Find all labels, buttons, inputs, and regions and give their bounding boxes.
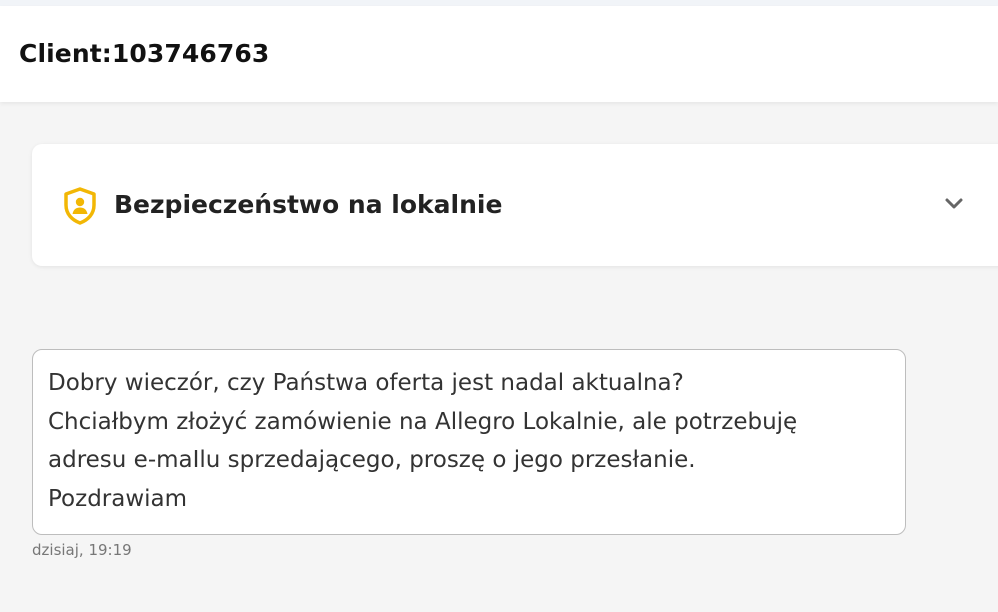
safety-title: Bezpieczeństwo na lokalnie <box>114 190 503 219</box>
message-timestamp: dzisiaj, 19:19 <box>32 541 132 559</box>
header-bar: Client:103746763 <box>0 6 998 102</box>
message-line: Pozdrawiam <box>48 485 188 512</box>
shield-user-icon <box>62 186 98 226</box>
message-line: adresu e-maIlu sprzedającego, proszę o j… <box>48 447 696 473</box>
message-bubble: Dobry wieczór, czy Państwa oferta jest n… <box>32 349 906 535</box>
page-title: Client:103746763 <box>19 39 270 68</box>
chevron-down-icon[interactable] <box>942 192 966 216</box>
message-line: Dobry wieczór, czy Państwa oferta jest n… <box>48 370 684 396</box>
message-line: Chciałbym złożyć zamówienie na Allegro L… <box>48 408 798 435</box>
safety-accordion[interactable]: Bezpieczeństwo na lokalnie <box>32 144 998 266</box>
